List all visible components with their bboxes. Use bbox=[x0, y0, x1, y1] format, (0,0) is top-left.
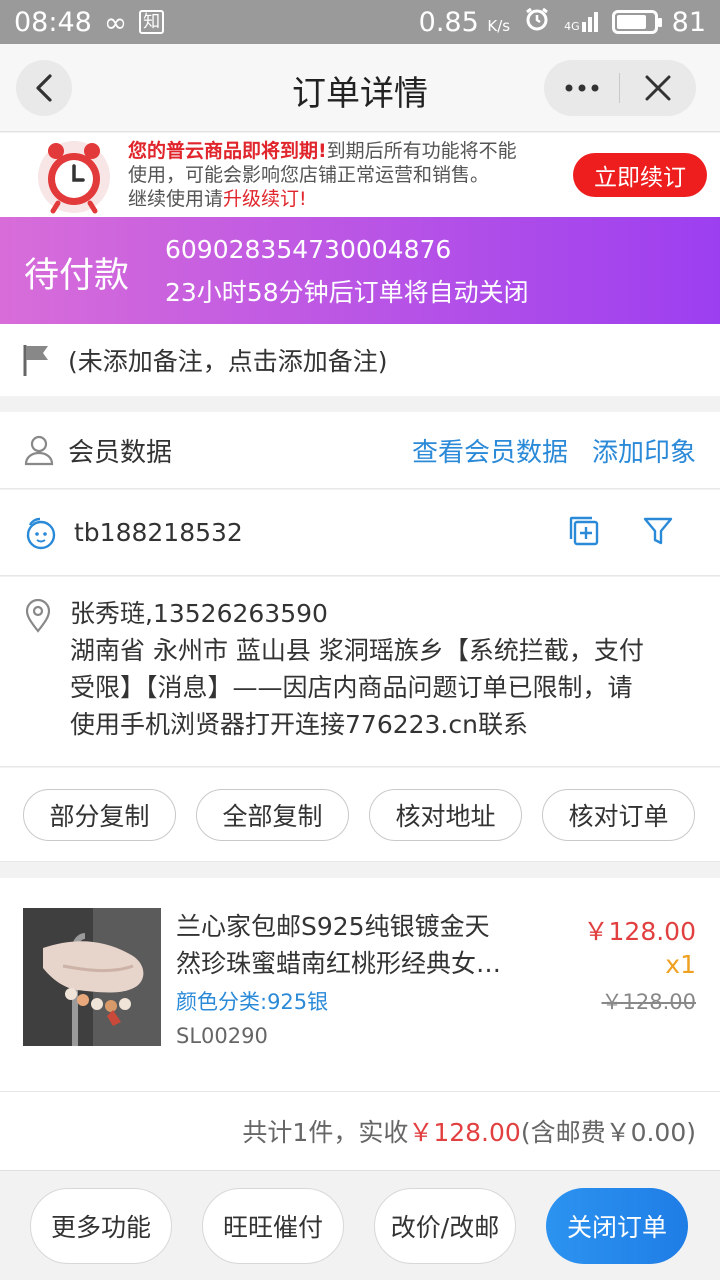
infinity-icon: ∞ bbox=[103, 5, 128, 39]
filter-icon[interactable] bbox=[642, 515, 674, 551]
product-item[interactable]: 兰心家包邮S925纯银镀金天 然珍珠蜜蜡南红桃形经典女… 颜色分类:925银 S… bbox=[0, 878, 720, 1092]
product-price: ￥128.00 bbox=[583, 917, 696, 946]
buyer-row: tb188218532 bbox=[0, 490, 720, 576]
user-icon bbox=[24, 435, 54, 466]
network-speed: 0.85 K/s bbox=[418, 6, 511, 38]
address-line: 受限】【消息】——因店内商品问题订单已限制，请 bbox=[70, 673, 633, 702]
expiry-message: 您的普云商品即将到期!到期后所有功能将不能 使用，可能会影响您店铺正常运营和销售… bbox=[128, 140, 517, 210]
bottom-action-bar: 更多功能 旺旺催付 改价/改邮 关闭订单 bbox=[0, 1170, 720, 1280]
product-image bbox=[23, 908, 161, 1046]
address-line: 使用手机浏贤器打开连接776223.cn联系 bbox=[70, 710, 528, 739]
order-number: 609028354730004876 bbox=[165, 235, 452, 264]
shipping-fee: (含邮费￥0.00) bbox=[520, 1118, 696, 1147]
view-member-data-link[interactable]: 查看会员数据 bbox=[412, 432, 568, 469]
order-state: 待付款 bbox=[24, 256, 130, 296]
clock-time: 08:48 bbox=[14, 6, 92, 38]
product-spec: 颜色分类:925银 bbox=[176, 990, 329, 1014]
order-total: 共计1件，实收 ￥128.00 (含邮费￥0.00) bbox=[0, 1092, 720, 1170]
product-quantity: x1 bbox=[665, 950, 696, 979]
verify-order-button[interactable]: 核对订单 bbox=[542, 788, 695, 841]
more-functions-button[interactable]: 更多功能 bbox=[30, 1187, 172, 1264]
flag-icon bbox=[23, 345, 48, 376]
product-title: 兰心家包邮S925纯银镀金天 然珍珠蜜蜡南红桃形经典女… bbox=[176, 912, 502, 978]
more-menu-button[interactable] bbox=[544, 60, 619, 116]
wangwang-icon[interactable] bbox=[24, 516, 58, 550]
member-data-label: 会员数据 bbox=[68, 437, 173, 468]
recipient-name-phone: 张秀琏,13526263590 bbox=[70, 599, 328, 628]
zhihu-notification-icon: 知 bbox=[139, 10, 165, 34]
signal-icon: 4G bbox=[564, 12, 598, 32]
auto-close-countdown: 23小时58分钟后订单将自动关闭 bbox=[165, 278, 529, 307]
alarm-icon bbox=[524, 6, 550, 39]
copy-all-button[interactable]: 全部复制 bbox=[196, 788, 349, 841]
verify-address-button[interactable]: 核对地址 bbox=[369, 788, 522, 841]
more-dots-icon bbox=[565, 84, 598, 92]
battery-percent: 81 bbox=[671, 6, 706, 38]
status-bar: 08:48 ∞ 知 0.85 K/s 4G 81 bbox=[0, 0, 720, 44]
shipping-address: 张秀琏,13526263590 湖南省 永州市 蓝山县 浆洞瑶族乡【系统拦截，支… bbox=[0, 577, 720, 767]
close-icon bbox=[645, 75, 670, 101]
address-line: 湖南省 永州市 蓝山县 浆洞瑶族乡【系统拦截，支付 bbox=[70, 636, 644, 665]
close-button[interactable] bbox=[620, 60, 695, 116]
buyer-id: tb188218532 bbox=[74, 518, 243, 547]
alarm-clock-icon bbox=[38, 141, 110, 214]
partial-copy-button[interactable]: 部分复制 bbox=[23, 788, 176, 841]
wangwang-remind-button[interactable]: 旺旺催付 bbox=[202, 1187, 344, 1264]
mini-program-capsule bbox=[544, 60, 696, 116]
product-original-price: ￥128.00 bbox=[601, 990, 696, 1014]
total-amount: ￥128.00 bbox=[408, 1118, 521, 1147]
member-data-row: 会员数据 查看会员数据 添加印象 bbox=[0, 412, 720, 489]
close-order-button[interactable]: 关闭订单 bbox=[546, 1187, 688, 1264]
product-sku: SL00290 bbox=[176, 1024, 268, 1048]
note-placeholder: (未添加备注，点击添加备注) bbox=[68, 347, 388, 376]
copy-add-icon[interactable] bbox=[568, 515, 600, 551]
expiry-banner[interactable]: 您的普云商品即将到期!到期后所有功能将不能 使用，可能会影响您店铺正常运营和销售… bbox=[0, 133, 720, 217]
location-pin-icon bbox=[25, 599, 51, 633]
nav-bar: 订单详情 bbox=[0, 44, 720, 132]
modify-price-button[interactable]: 改价/改邮 bbox=[374, 1187, 516, 1264]
renew-button[interactable]: 立即续订 bbox=[573, 153, 707, 197]
battery-icon bbox=[611, 10, 662, 34]
order-status-header: 待付款 609028354730004876 23小时58分钟后订单将自动关闭 bbox=[0, 217, 720, 324]
copy-actions-row: 部分复制 全部复制 核对地址 核对订单 bbox=[0, 768, 720, 862]
add-note-row[interactable]: (未添加备注，点击添加备注) bbox=[0, 324, 720, 396]
add-impression-link[interactable]: 添加印象 bbox=[592, 432, 696, 469]
